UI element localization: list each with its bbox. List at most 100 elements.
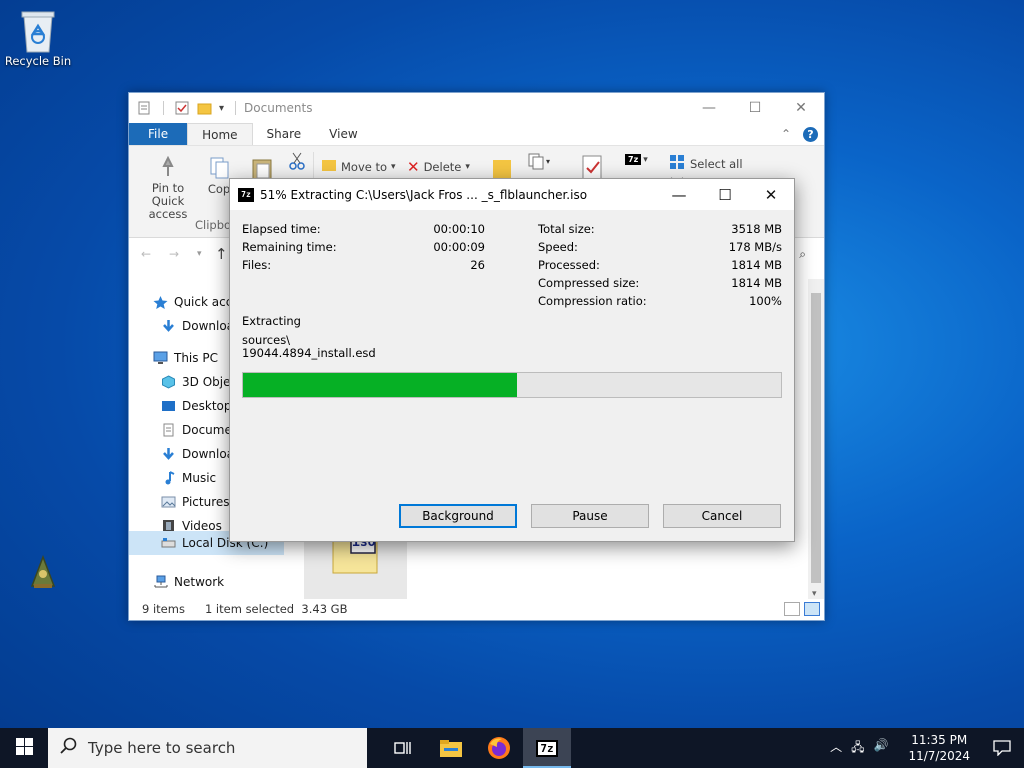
stat-value: 1814 MB: [731, 276, 782, 290]
stat-label: Total size:: [538, 222, 595, 236]
tab-home[interactable]: Home: [187, 123, 253, 145]
extraction-progress-bar: [242, 372, 782, 398]
folder-move-icon: [321, 158, 337, 175]
nav-item-this-pc[interactable]: This PC: [153, 351, 218, 365]
nav-item-pictures[interactable]: Pictures: [161, 495, 230, 509]
stat-label: Speed:: [538, 240, 578, 254]
firefox-icon[interactable]: [475, 728, 523, 768]
taskbar-search-box[interactable]: Type here to search: [48, 728, 367, 768]
show-hidden-icons-icon[interactable]: ︿: [830, 738, 842, 759]
stat-label: Elapsed time:: [242, 222, 321, 236]
stat-value: 1814 MB: [731, 258, 782, 272]
clock-time: 11:35 PM: [911, 733, 968, 747]
svg-text:▾: ▾: [546, 157, 550, 166]
current-file-info: sources\ 19044.4894_install.esd: [242, 334, 376, 360]
file-explorer-icon[interactable]: [427, 728, 475, 768]
document-icon: [161, 423, 176, 437]
nav-item-3d-objects[interactable]: 3D Objec: [161, 375, 237, 389]
up-icon[interactable]: ↑: [215, 245, 228, 263]
7zip-icon[interactable]: 7z: [523, 728, 571, 768]
scrollbar-thumb[interactable]: [811, 293, 821, 583]
nav-item-quick-access[interactable]: Quick acce: [153, 295, 240, 309]
tab-share[interactable]: Share: [253, 123, 316, 145]
pin-quick-access-label: Pin to Quick access: [148, 181, 188, 221]
stat-row-speed: Speed: 178 MB/s: [538, 238, 782, 256]
customize-toolbar-icon[interactable]: ▾: [219, 103, 224, 114]
stat-value: 3518 MB: [731, 222, 782, 236]
copy-button[interactable]: Cop: [207, 156, 231, 196]
help-icon[interactable]: ?: [803, 126, 818, 142]
desktop-icon-recycle-bin[interactable]: Recycle Bin: [2, 8, 74, 68]
7zip-app-icon: 7z: [238, 187, 254, 202]
pause-button[interactable]: Pause: [531, 504, 649, 528]
7zip-ribbon-icon[interactable]: 7z ▾: [625, 154, 648, 165]
volume-icon[interactable]: 🔊: [874, 738, 889, 759]
download-arrow-icon: [161, 319, 176, 333]
stat-label: Files:: [242, 258, 272, 272]
nav-item-documents[interactable]: Documer: [161, 423, 237, 437]
task-view-icon[interactable]: [379, 728, 427, 768]
move-to-button[interactable]: Move to ▾: [321, 158, 396, 175]
nav-label: Network: [174, 575, 225, 589]
nav-item-music[interactable]: Music: [161, 471, 216, 485]
dialog-titlebar[interactable]: 7z 51% Extracting C:\Users\Jack Fros ...…: [230, 179, 794, 210]
new-folder-icon[interactable]: [197, 101, 212, 115]
stat-label: Processed:: [538, 258, 600, 272]
maximize-icon[interactable]: ☐: [732, 93, 778, 123]
select-all-button[interactable]: Select all: [669, 154, 743, 173]
explorer-titlebar[interactable]: ▾ Documents — ☐ ✕: [129, 93, 824, 123]
clock-date: 11/7/2024: [908, 749, 970, 763]
cut-icon[interactable]: [289, 152, 305, 173]
delete-button[interactable]: ✕ Delete ▾: [407, 158, 470, 176]
stat-row-compressed-size: Compressed size: 1814 MB: [538, 274, 782, 292]
stat-row-total-size: Total size: 3518 MB: [538, 220, 782, 238]
recent-locations-icon[interactable]: ▾: [197, 249, 202, 259]
windows-logo-icon: [15, 738, 33, 758]
tab-view[interactable]: View: [315, 123, 371, 145]
collapse-ribbon-icon[interactable]: ⌃: [781, 127, 791, 141]
system-tray: ︿ 🖧 🔊 11:35 PM 11/7/2024: [830, 728, 1024, 768]
nav-item-downloads-quick[interactable]: Downloa: [161, 319, 234, 333]
delete-x-icon: ✕: [407, 158, 420, 176]
start-button[interactable]: [0, 728, 48, 768]
dialog-minimize-icon[interactable]: —: [656, 179, 702, 210]
quick-access-toolbar: ▾: [137, 101, 240, 115]
nav-item-network[interactable]: Network: [153, 575, 224, 589]
desktop-icon-shortcut[interactable]: [8, 554, 78, 590]
notification-center-icon[interactable]: [980, 728, 1024, 768]
drive-icon: [161, 536, 176, 550]
music-note-icon: [161, 471, 176, 485]
delete-label: Delete: [423, 160, 462, 174]
forward-icon[interactable]: →: [169, 247, 179, 261]
download-arrow-icon: [161, 447, 176, 461]
select-all-label: Select all: [690, 156, 743, 171]
dialog-maximize-icon[interactable]: ☐: [702, 179, 748, 210]
clipboard-group-label: Clipbo: [195, 218, 232, 232]
minimize-icon[interactable]: —: [686, 93, 732, 123]
stat-row-compression-ratio: Compression ratio: 100%: [538, 292, 782, 310]
properties-icon[interactable]: [137, 101, 152, 115]
tab-file[interactable]: File: [129, 123, 188, 145]
network-status-icon[interactable]: 🖧: [851, 738, 864, 759]
clock[interactable]: 11:35 PM 11/7/2024: [898, 732, 980, 764]
pin-quick-access-button[interactable]: Pin to Quick access: [135, 155, 201, 221]
search-icon[interactable]: ⌕: [799, 247, 806, 262]
checkmark-icon[interactable]: [175, 101, 190, 115]
dialog-close-icon[interactable]: ✕: [748, 179, 794, 210]
new-item-icon[interactable]: ▾: [527, 152, 553, 173]
close-icon[interactable]: ✕: [778, 93, 824, 123]
large-icons-view-icon[interactable]: [804, 602, 820, 616]
details-view-icon[interactable]: [784, 602, 800, 616]
app-shortcut-icon: [28, 554, 58, 590]
7zip-extract-dialog[interactable]: 7z 51% Extracting C:\Users\Jack Fros ...…: [229, 178, 795, 542]
nav-item-downloads[interactable]: Downloa: [161, 447, 234, 461]
current-file: 19044.4894_install.esd: [242, 346, 376, 360]
pin-icon: [135, 155, 201, 182]
back-icon[interactable]: ←: [141, 247, 151, 261]
cancel-button[interactable]: Cancel: [663, 504, 781, 528]
stat-row-files: Files: 26: [242, 256, 485, 274]
nav-item-desktop[interactable]: Desktop: [161, 399, 232, 413]
stat-row-remaining: Remaining time: 00:00:09: [242, 238, 485, 256]
vertical-scrollbar[interactable]: ▾: [808, 279, 824, 599]
background-button[interactable]: Background: [399, 504, 517, 528]
